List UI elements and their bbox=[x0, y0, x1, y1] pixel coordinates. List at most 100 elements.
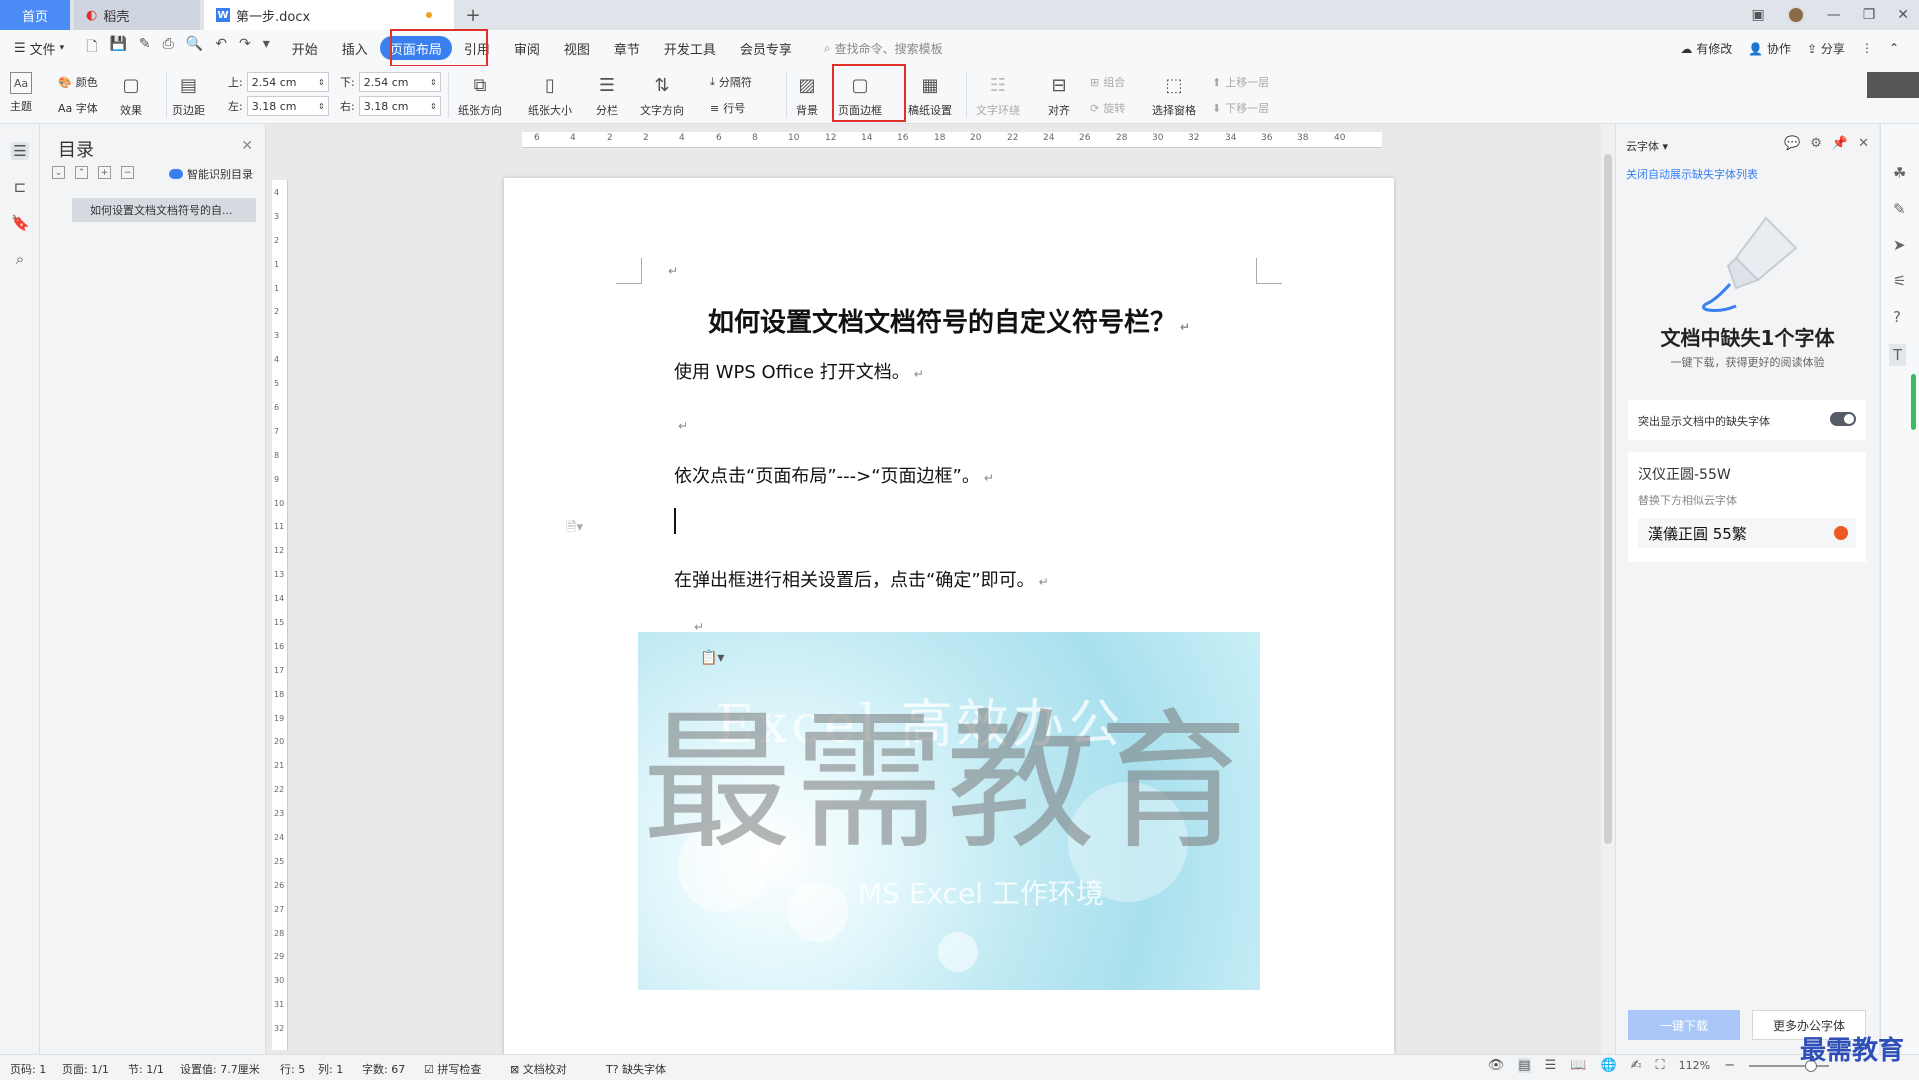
paper-size-button[interactable]: ▯ 纸张大小 bbox=[528, 72, 572, 118]
manuscript-button[interactable]: ▦ 稿纸设置 bbox=[908, 72, 952, 118]
candidate-font[interactable]: 漢儀正圓 55繁 bbox=[1638, 518, 1856, 548]
text-wrap-button[interactable]: ☷ 文字环绕 bbox=[976, 72, 1020, 118]
background-button[interactable]: ▨ 背景 bbox=[794, 72, 820, 118]
more-icon[interactable]: ⋮ bbox=[1861, 41, 1873, 55]
toc-panel-icon[interactable]: ☰ bbox=[11, 142, 29, 160]
gear-icon[interactable]: ⚙ bbox=[1810, 136, 1822, 151]
paragraph-options-icon[interactable]: 🗎▾ bbox=[566, 518, 583, 540]
doc-paragraph-1[interactable]: 使用 WPS Office 打开文档。 ↵ bbox=[674, 358, 924, 384]
doc-paragraph-2[interactable]: 依次点击“页面布局”--->“页面边框”。 ↵ bbox=[674, 462, 994, 488]
chat-icon[interactable]: 💬 bbox=[1784, 136, 1800, 151]
avatar[interactable] bbox=[1786, 6, 1805, 24]
restore-icon[interactable]: ❐ bbox=[1863, 7, 1876, 23]
cursor-icon[interactable]: ➤ bbox=[1893, 236, 1906, 254]
eye-protection-icon[interactable]: 👁 bbox=[1488, 1058, 1505, 1073]
write-view-icon[interactable]: ✍ bbox=[1631, 1058, 1642, 1073]
missing-font-button[interactable]: T? 缺失字体 bbox=[606, 1061, 666, 1077]
pen-icon[interactable]: ✎ bbox=[1893, 200, 1906, 218]
file-menu[interactable]: ☰ 文件 ▾ bbox=[0, 36, 76, 60]
spinner-icon[interactable]: ⇕ bbox=[318, 78, 325, 87]
spinner-icon[interactable]: ⇕ bbox=[430, 78, 437, 87]
format-painter-icon[interactable]: ✎ bbox=[139, 36, 151, 60]
toc-entry[interactable]: 如何设置文档文档符号的自... bbox=[72, 198, 256, 222]
minimize-icon[interactable]: — bbox=[1827, 7, 1841, 23]
margin-left-input[interactable]: 3.18 cm ⇕ bbox=[246, 96, 329, 116]
expand-icon[interactable]: ⌃ bbox=[75, 166, 88, 179]
undo-icon[interactable]: ↶ bbox=[215, 36, 227, 60]
vertical-scrollbar[interactable] bbox=[1601, 124, 1615, 1054]
fit-page-icon[interactable]: ⛶ bbox=[1656, 1058, 1665, 1073]
close-icon[interactable]: ✕ bbox=[1897, 7, 1909, 23]
font-button[interactable]: Aa 字体 bbox=[58, 100, 98, 116]
search-icon[interactable]: ⌕ bbox=[11, 250, 29, 268]
status-words[interactable]: 字数: 67 bbox=[362, 1061, 405, 1077]
columns-button[interactable]: ☰ 分栏 bbox=[594, 72, 620, 118]
redo-icon[interactable]: ↷ bbox=[239, 36, 251, 60]
new-tab-button[interactable]: + bbox=[458, 0, 488, 30]
save-icon[interactable]: 💾 bbox=[109, 36, 126, 60]
color-button[interactable]: 🎨 颜色 bbox=[58, 74, 98, 90]
close-auto-list-link[interactable]: 关闭自动展示缺失字体列表 bbox=[1626, 166, 1758, 182]
margins-button[interactable]: ▤ 页边距 bbox=[172, 72, 205, 118]
share-button[interactable]: ⇪ 分享 bbox=[1807, 40, 1845, 57]
collapse-icon[interactable]: ⌄ bbox=[52, 166, 65, 179]
bring-forward-button[interactable]: ⬆ 上移一层 bbox=[1212, 74, 1269, 90]
proofread-button[interactable]: ⊠ 文档校对 bbox=[510, 1061, 567, 1077]
spinner-icon[interactable]: ⇕ bbox=[430, 102, 437, 111]
collab-button[interactable]: 👤 协作 bbox=[1748, 40, 1791, 57]
smart-toc-button[interactable]: 智能识别目录 bbox=[169, 166, 253, 182]
outline-view-icon[interactable]: ☰ bbox=[1545, 1058, 1557, 1073]
document-page[interactable]: ↵ 如何设置文档文档符号的自定义符号栏？ ↵ 使用 WPS Office 打开文档… bbox=[504, 178, 1394, 1058]
margin-right-input[interactable]: 3.18 cm ⇕ bbox=[358, 96, 441, 116]
doc-paragraph-3[interactable]: 在弹出框进行相关设置后，点击“确定”即可。 ↵ bbox=[674, 566, 1049, 592]
tab-insert[interactable]: 插入 bbox=[330, 36, 380, 60]
document-image[interactable]: Excel 高效办公 MS Excel 工作环境 最需教育 📋▾ bbox=[638, 632, 1260, 990]
effect-button[interactable]: ▢ 效果 bbox=[118, 72, 144, 118]
web-view-icon[interactable]: 🌐 bbox=[1600, 1058, 1616, 1073]
vertical-ruler[interactable]: 4 3 2 1 1 2 3 4 5 6 7 8 9 10 11 12 13 14 15 16 17 18 19 20 21 22 2… bbox=[272, 180, 288, 1050]
margin-bottom-input[interactable]: 2.54 cm ⇕ bbox=[358, 72, 441, 92]
pane-header[interactable]: 云字体 ▾ bbox=[1626, 138, 1668, 154]
spinner-icon[interactable]: ⇕ bbox=[318, 102, 325, 111]
print-preview-icon[interactable]: 🔍 bbox=[186, 36, 203, 60]
sliders-icon[interactable]: ⚟ bbox=[1893, 272, 1906, 290]
chapter-nav-icon[interactable]: ⊏ bbox=[11, 178, 29, 196]
page-view-icon[interactable]: ▣ bbox=[1751, 7, 1764, 23]
font-panel-icon[interactable]: T bbox=[1889, 344, 1907, 366]
separator-button[interactable]: ⤓ 分隔符 bbox=[710, 74, 752, 90]
line-number-button[interactable]: ≡ 行号 bbox=[710, 100, 745, 116]
paste-options-icon[interactable]: 📋▾ bbox=[700, 650, 724, 666]
modified-button[interactable]: ☁ 有修改 bbox=[1680, 40, 1732, 57]
rotate-button[interactable]: ⟳ 旋转 bbox=[1090, 100, 1125, 116]
align-button[interactable]: ⊟ 对齐 bbox=[1046, 72, 1072, 118]
close-icon[interactable]: ✕ bbox=[241, 138, 253, 154]
command-search[interactable]: ⌕ 查找命令、搜索模板 bbox=[824, 40, 943, 57]
spell-check-button[interactable]: ☑ 拼写检查 bbox=[424, 1061, 481, 1077]
tab-view[interactable]: 视图 bbox=[552, 36, 602, 60]
new-doc-icon[interactable]: 🗋 bbox=[86, 36, 97, 60]
download-all-button[interactable]: 一键下载 bbox=[1628, 1010, 1740, 1040]
margin-top-input[interactable]: 2.54 cm ⇕ bbox=[246, 72, 329, 92]
zoom-level[interactable]: 112% bbox=[1679, 1059, 1710, 1072]
group-button[interactable]: ⊞ 组合 bbox=[1090, 74, 1125, 90]
tab-developer[interactable]: 开发工具 bbox=[652, 36, 728, 60]
orientation-button[interactable]: ⧉ 纸张方向 bbox=[458, 72, 502, 118]
tab-review[interactable]: 审阅 bbox=[502, 36, 552, 60]
print-icon[interactable]: ⎙ bbox=[163, 36, 174, 60]
send-backward-button[interactable]: ⬇ 下移一层 bbox=[1212, 100, 1269, 116]
remove-level-icon[interactable]: − bbox=[121, 166, 134, 179]
page-view-icon[interactable]: ▤ bbox=[1518, 1058, 1531, 1073]
horizontal-ruler[interactable]: 6 4 2 2 4 6 8 10 12 14 16 18 20 22 24 26 28 30 32 34 36 38 40 bbox=[522, 132, 1382, 148]
zoom-out-icon[interactable]: − bbox=[1724, 1058, 1735, 1073]
tab-document[interactable]: W 第一步.docx bbox=[204, 0, 454, 30]
text-direction-button[interactable]: ⇅ 文字方向 bbox=[640, 72, 684, 118]
collapse-ribbon-icon[interactable]: ⌃ bbox=[1889, 41, 1899, 55]
tab-start[interactable]: 开始 bbox=[280, 36, 330, 60]
doc-heading[interactable]: 如何设置文档文档符号的自定义符号栏？ ↵ bbox=[504, 302, 1394, 339]
handshake-icon[interactable]: ☘ bbox=[1893, 164, 1906, 182]
add-level-icon[interactable]: + bbox=[98, 166, 111, 179]
pin-icon[interactable]: 📌 bbox=[1832, 136, 1848, 151]
select-pane-button[interactable]: ⬚ 选择窗格 bbox=[1152, 72, 1196, 118]
customize-icon[interactable]: ▾ bbox=[263, 36, 270, 60]
highlight-missing-toggle[interactable] bbox=[1830, 412, 1856, 426]
